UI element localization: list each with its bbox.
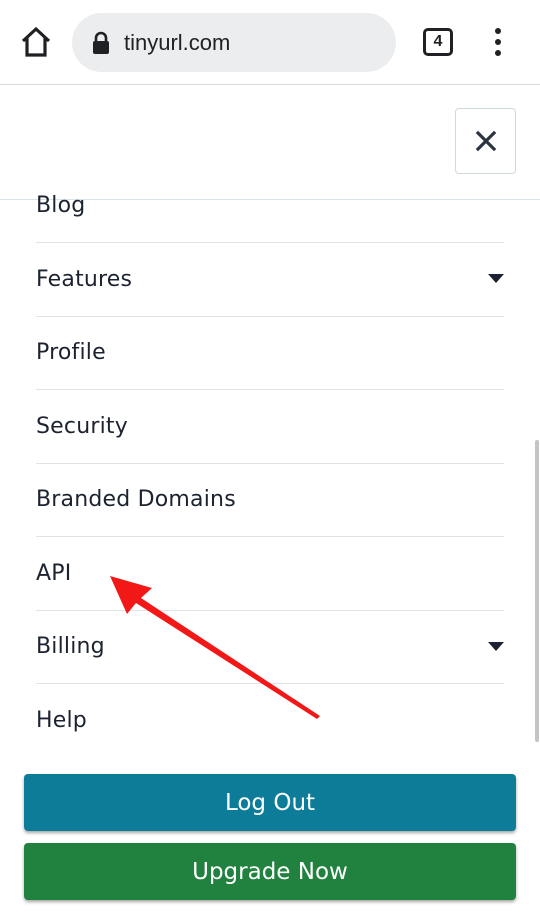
caret-down-icon[interactable] xyxy=(488,641,504,651)
menu-item-profile[interactable]: Profile xyxy=(36,317,504,390)
more-vert-icon[interactable] xyxy=(485,26,511,58)
menu-item-label: Security xyxy=(36,413,128,439)
caret-down-icon[interactable] xyxy=(488,274,504,284)
menu-item-label: Branded Domains xyxy=(36,487,236,513)
tab-switcher-icon[interactable]: 4 xyxy=(423,28,453,56)
menu-item-branded-domains[interactable]: Branded Domains xyxy=(36,464,504,537)
menu-item-label: Profile xyxy=(36,340,106,366)
menu-item-api[interactable]: API xyxy=(36,537,504,611)
nav-menu: Blog Features Profile Security Branded D… xyxy=(36,170,504,758)
menu-item-label: Features xyxy=(36,266,133,292)
address-bar[interactable]: tinyurl.com xyxy=(72,13,396,72)
menu-item-label: API xyxy=(36,560,72,586)
menu-item-label: Billing xyxy=(36,634,105,660)
lock-icon xyxy=(92,30,112,56)
browser-toolbar: tinyurl.com 4 xyxy=(0,0,540,85)
menu-item-label: Help xyxy=(36,708,87,734)
close-icon[interactable] xyxy=(455,108,516,174)
menu-item-billing[interactable]: Billing xyxy=(36,611,504,684)
menu-item-security[interactable]: Security xyxy=(36,390,504,464)
scrollbar[interactable] xyxy=(535,440,539,742)
menu-item-label: Blog xyxy=(36,193,86,218)
menu-item-help[interactable]: Help xyxy=(36,684,504,758)
logout-button[interactable]: Log Out xyxy=(24,774,516,831)
menu-item-blog[interactable]: Blog xyxy=(36,170,504,243)
upgrade-button[interactable]: Upgrade Now xyxy=(24,843,516,900)
menu-item-features[interactable]: Features xyxy=(36,243,504,317)
home-icon[interactable] xyxy=(18,22,54,62)
url-text: tinyurl.com xyxy=(124,29,231,55)
